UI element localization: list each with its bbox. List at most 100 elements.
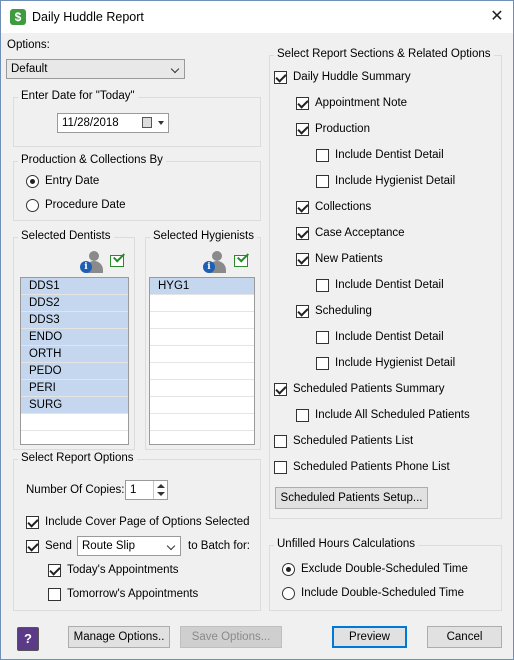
daily-huddle-report-window: $ Daily Huddle Report ✕ Options: Default…: [0, 0, 514, 660]
list-item[interactable]: [150, 380, 254, 397]
list-item[interactable]: ENDO: [21, 329, 128, 346]
list-item[interactable]: HYG1: [150, 278, 254, 295]
list-item[interactable]: [150, 397, 254, 414]
hygienists-listbox[interactable]: HYG1: [149, 277, 255, 445]
section-checkbox[interactable]: [296, 201, 309, 214]
list-item[interactable]: [150, 329, 254, 346]
options-label: Options:: [7, 39, 50, 51]
close-icon[interactable]: ✕: [481, 1, 513, 33]
cover-page-label: Include Cover Page of Options Selected: [45, 516, 250, 528]
hygienists-group-title: Selected Hygienists: [150, 230, 257, 242]
list-item[interactable]: PEDO: [21, 363, 128, 380]
include-double-scheduled-label: Include Double-Scheduled Time: [301, 587, 465, 599]
section-checkbox[interactable]: [296, 227, 309, 240]
calendar-icon: [142, 117, 152, 128]
section-checkbox[interactable]: [316, 279, 329, 292]
copies-stepper[interactable]: 1: [125, 480, 168, 500]
dentists-group-title: Selected Dentists: [18, 230, 114, 242]
cover-page-checkbox[interactable]: [26, 516, 39, 529]
list-item[interactable]: [150, 414, 254, 431]
date-value: 11/28/2018: [62, 117, 119, 129]
send-label: Send: [45, 540, 72, 552]
section-label: Production: [315, 123, 370, 135]
section-checkbox[interactable]: [316, 149, 329, 162]
section-label: Appointment Note: [315, 97, 408, 109]
section-label: Scheduled Patients List: [293, 435, 414, 447]
scheduled-patients-setup-button[interactable]: Scheduled Patients Setup...: [275, 487, 428, 509]
manage-options-button[interactable]: Manage Options..: [68, 626, 170, 648]
section-checkbox[interactable]: [296, 97, 309, 110]
entry-date-label: Entry Date: [45, 175, 100, 187]
section-label: Scheduled Patients Phone List: [293, 461, 450, 473]
todays-appointments-checkbox[interactable]: [48, 564, 61, 577]
list-item[interactable]: [150, 312, 254, 329]
copies-value: 1: [130, 484, 137, 496]
section-label: New Patients: [315, 253, 383, 265]
section-checkbox[interactable]: [316, 331, 329, 344]
section-label: Daily Huddle Summary: [293, 71, 411, 83]
copies-label: Number Of Copies:: [26, 484, 125, 496]
date-group: Enter Date for "Today" 11/28/2018: [13, 90, 261, 147]
list-item[interactable]: DDS1: [21, 278, 128, 295]
cancel-button[interactable]: Cancel: [427, 626, 502, 648]
dentists-listbox[interactable]: DDS1 DDS2 DDS3 ENDO ORTH PEDO PERI SURG: [20, 277, 129, 445]
list-item[interactable]: DDS3: [21, 312, 128, 329]
list-item[interactable]: ORTH: [21, 346, 128, 363]
section-checkbox[interactable]: [296, 253, 309, 266]
section-checkbox[interactable]: [296, 305, 309, 318]
section-label: Include Hygienist Detail: [335, 175, 456, 187]
batch-label: to Batch for:: [188, 540, 251, 552]
list-item[interactable]: [21, 414, 128, 431]
include-double-scheduled-radio[interactable]: [282, 587, 295, 600]
entry-date-radio[interactable]: [26, 175, 39, 188]
dropdown-arrow-icon: [158, 121, 164, 125]
user-info-icon[interactable]: i: [203, 251, 229, 275]
options-dropdown[interactable]: Default: [6, 59, 185, 79]
list-item[interactable]: PERI: [21, 380, 128, 397]
section-checkbox[interactable]: [316, 357, 329, 370]
section-label: Scheduled Patients Summary: [293, 383, 445, 395]
report-options-group: Select Report Options Number Of Copies: …: [13, 452, 261, 611]
section-checkbox[interactable]: [296, 123, 309, 136]
section-checkbox[interactable]: [316, 175, 329, 188]
select-all-check-icon[interactable]: [108, 250, 128, 269]
help-book-icon[interactable]: ?: [17, 627, 39, 651]
user-info-icon[interactable]: i: [80, 251, 106, 275]
chevron-down-icon: [166, 541, 176, 551]
todays-appointments-label: Today's Appointments: [67, 564, 179, 576]
unfilled-hours-group: Unfilled Hours Calculations Exclude Doub…: [269, 538, 502, 611]
section-checkbox[interactable]: [274, 461, 287, 474]
list-item[interactable]: [150, 363, 254, 380]
list-item[interactable]: [150, 295, 254, 312]
chevron-down-icon: [170, 64, 180, 74]
production-group-title: Production & Collections By: [18, 154, 166, 166]
preview-button[interactable]: Preview: [332, 626, 407, 648]
section-label: Collections: [315, 201, 372, 213]
report-options-title: Select Report Options: [18, 452, 137, 464]
exclude-double-scheduled-radio[interactable]: [282, 563, 295, 576]
date-picker[interactable]: 11/28/2018: [57, 113, 169, 133]
dentists-group: Selected Dentists i DDS1 DDS2 DDS3 ENDO ORTH…: [13, 230, 135, 450]
app-dollar-icon: $: [10, 9, 26, 25]
spin-arrows-icon[interactable]: [153, 481, 167, 499]
options-dropdown-value: Default: [11, 63, 48, 75]
section-checkbox[interactable]: [274, 383, 287, 396]
tomorrows-appointments-checkbox[interactable]: [48, 588, 61, 601]
list-item[interactable]: [150, 346, 254, 363]
send-checkbox[interactable]: [26, 540, 39, 553]
section-checkbox[interactable]: [274, 71, 287, 84]
save-options-button[interactable]: Save Options...: [180, 626, 282, 648]
section-label: Case Acceptance: [315, 227, 405, 239]
title-bar: $ Daily Huddle Report ✕: [1, 1, 513, 33]
section-checkbox[interactable]: [274, 435, 287, 448]
section-label: Include Dentist Detail: [335, 331, 444, 343]
send-type-dropdown[interactable]: Route Slip: [77, 536, 181, 556]
procedure-date-radio[interactable]: [26, 199, 39, 212]
window-title: Daily Huddle Report: [32, 10, 144, 24]
select-all-check-icon[interactable]: [232, 250, 252, 269]
list-item[interactable]: SURG: [21, 397, 128, 414]
section-checkbox[interactable]: [296, 409, 309, 422]
list-item[interactable]: DDS2: [21, 295, 128, 312]
exclude-double-scheduled-label: Exclude Double-Scheduled Time: [301, 563, 468, 575]
procedure-date-label: Procedure Date: [45, 199, 126, 211]
